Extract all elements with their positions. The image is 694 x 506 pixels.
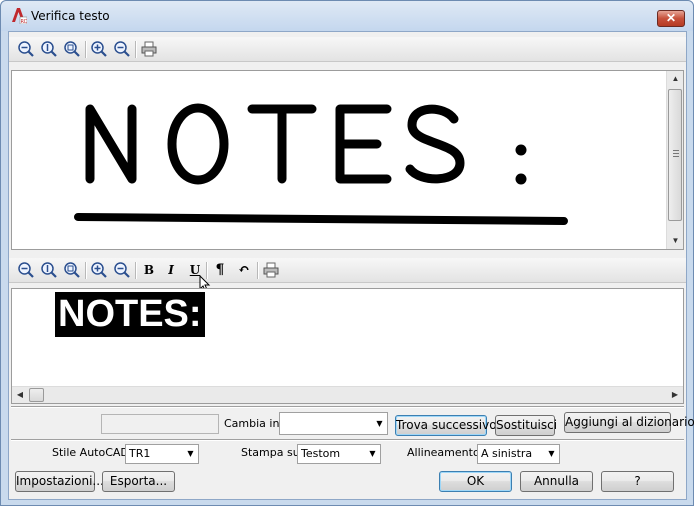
chevron-down-icon[interactable]: ▼ <box>544 445 559 463</box>
zoom-out-small-icon[interactable] <box>113 261 131 279</box>
zoom-extents-icon[interactable] <box>40 40 58 58</box>
close-button[interactable]: ✕ <box>657 10 685 27</box>
app-icon: RD <box>12 8 28 24</box>
bold-button[interactable]: B <box>140 261 158 279</box>
recognized-text-pane[interactable]: NOTES: ◀ ▶ <box>11 288 684 404</box>
scroll-up-icon[interactable]: ▲ <box>667 71 683 87</box>
toolbar-separator <box>85 262 86 279</box>
toolbar-separator <box>85 41 86 58</box>
alignment-value: A sinistra <box>481 447 533 460</box>
text-horizontal-scrollbar[interactable]: ◀ ▶ <box>12 386 683 403</box>
window-title: Verifica testo <box>31 9 110 23</box>
thumb-grip <box>673 156 679 157</box>
undo-button[interactable]: ↶ <box>235 261 253 279</box>
text-toolbar: B I U ¶ ↶ <box>9 258 686 293</box>
export-button[interactable]: Esporta... <box>102 471 175 492</box>
style-label: Stile AutoCAD: <box>52 446 133 459</box>
image-vertical-scrollbar[interactable]: ▲ ▼ <box>666 71 683 249</box>
title-bar[interactable]: RD Verifica testo ✕ <box>1 1 693 31</box>
italic-button[interactable]: I <box>162 261 180 279</box>
add-to-dictionary-button[interactable]: Aggiungi al dizionario <box>564 412 694 433</box>
zoom-out-icon[interactable] <box>17 261 35 279</box>
settings-button[interactable]: Impostazioni... <box>15 471 104 492</box>
print-icon[interactable] <box>140 40 158 58</box>
cancel-button[interactable]: Annulla <box>520 471 593 492</box>
dialog-body: ▲ ▼ B I U ¶ ↶ NOTES: ◀ ▶ Cambia in: ▼ Tr… <box>8 31 694 500</box>
scroll-thumb[interactable] <box>668 89 682 221</box>
recognized-text[interactable]: NOTES: <box>55 292 205 337</box>
replace-combobox[interactable]: ▼ <box>279 412 388 435</box>
find-next-button[interactable]: Trova successivo <box>395 415 497 436</box>
print-to-label: Stampa su: <box>241 446 304 459</box>
alignment-label: Allineamento: <box>407 446 484 459</box>
replace-label: Cambia in: <box>224 417 284 430</box>
style-combobox[interactable]: TR1 ▼ <box>125 444 199 464</box>
toolbar-separator <box>135 41 136 58</box>
toolbar-separator <box>257 262 258 279</box>
zoom-out-icon[interactable] <box>17 40 35 58</box>
scroll-left-icon[interactable]: ◀ <box>12 387 28 403</box>
replace-button[interactable]: Sostituisci <box>495 415 557 436</box>
zoom-window-icon[interactable] <box>63 261 81 279</box>
print-to-combobox[interactable]: Testom ▼ <box>297 444 381 464</box>
divider <box>11 406 684 407</box>
scroll-down-icon[interactable]: ▼ <box>667 233 683 249</box>
alignment-combobox[interactable]: A sinistra ▼ <box>477 444 560 464</box>
thumb-grip <box>673 150 679 151</box>
chevron-down-icon[interactable]: ▼ <box>183 445 198 463</box>
scanned-image-pane[interactable]: ▲ ▼ <box>11 70 684 250</box>
zoom-out-small-icon[interactable] <box>113 40 131 58</box>
scanned-notes-image <box>74 103 568 225</box>
zoom-window-icon[interactable] <box>63 40 81 58</box>
print-to-value: Testom <box>301 447 341 460</box>
toolbar-separator <box>135 262 136 279</box>
verify-text-dialog: RD Verifica testo ✕ ▲ ▼ B I U ¶ ↶ NOTES:… <box>0 0 694 506</box>
divider <box>11 439 684 440</box>
scroll-thumb[interactable] <box>29 388 44 402</box>
ok-button[interactable]: OK <box>439 471 512 492</box>
help-button[interactable]: ? <box>601 471 674 492</box>
chevron-down-icon[interactable]: ▼ <box>372 413 387 434</box>
zoom-in-icon[interactable] <box>90 261 108 279</box>
image-toolbar <box>9 37 686 62</box>
style-value: TR1 <box>129 447 151 460</box>
suggestion-field <box>101 414 219 434</box>
chevron-down-icon[interactable]: ▼ <box>365 445 380 463</box>
close-icon: ✕ <box>665 11 677 25</box>
thumb-grip <box>673 153 679 154</box>
zoom-extents-icon[interactable] <box>40 261 58 279</box>
paragraph-button[interactable]: ¶ <box>211 261 229 279</box>
print-icon[interactable] <box>262 261 280 279</box>
zoom-in-icon[interactable] <box>90 40 108 58</box>
svg-text:RD: RD <box>21 19 28 24</box>
scroll-right-icon[interactable]: ▶ <box>667 387 683 403</box>
